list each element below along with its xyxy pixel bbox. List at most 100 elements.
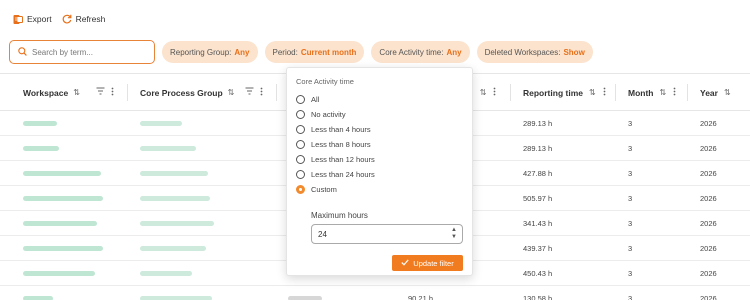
radio-button[interactable] — [296, 155, 305, 164]
more-vertical-icon[interactable] — [673, 87, 676, 98]
filter-label: Core Activity time: — [379, 47, 444, 57]
max-hours-input[interactable]: 24 ▲ ▼ — [311, 224, 463, 244]
filter-value: Show — [563, 47, 585, 57]
sort-icon[interactable]: ⇅ — [73, 88, 80, 97]
column-divider[interactable] — [687, 84, 688, 101]
filter-bar: Reporting Group:Any Period:Current month… — [9, 40, 593, 64]
column-divider[interactable] — [510, 84, 511, 101]
search-box — [9, 40, 155, 64]
update-filter-label: Update filter — [413, 258, 454, 268]
search-input[interactable] — [32, 47, 142, 57]
refresh-button[interactable]: Refresh — [62, 14, 106, 24]
filter-reporting-group[interactable]: Reporting Group: Any — [162, 41, 258, 63]
sort-icon[interactable]: ⇅ — [480, 88, 487, 97]
option-label: Less than 12 hours — [311, 155, 375, 164]
cell-month: 3 — [628, 119, 633, 128]
cell-month: 3 — [628, 219, 633, 228]
option-label: Less than 24 hours — [311, 170, 375, 179]
column-divider[interactable] — [127, 84, 128, 101]
redacted-text — [140, 121, 182, 126]
column-header-year[interactable]: Year ⇅ — [700, 74, 731, 111]
refresh-label: Refresh — [75, 14, 106, 24]
sort-icon[interactable]: ⇅ — [589, 88, 596, 97]
cell-month: 3 — [628, 294, 633, 300]
cell-year: 2026 — [700, 194, 717, 203]
filter-value: Any — [446, 47, 462, 57]
option-label: Less than 8 hours — [311, 140, 371, 149]
export-button[interactable]: Export — [13, 14, 52, 25]
table-row[interactable]: 90.21 h 130.58 h 3 2026 — [0, 286, 750, 300]
filter-icon[interactable] — [245, 87, 254, 98]
filter-value: Current month — [300, 47, 357, 57]
redacted-text — [23, 246, 103, 251]
option-label: All — [311, 95, 320, 104]
filter-value: Any — [234, 47, 250, 57]
column-tools — [245, 87, 263, 98]
radio-button[interactable] — [296, 110, 305, 119]
more-vertical-icon[interactable] — [603, 87, 606, 98]
radio-button-selected[interactable] — [296, 185, 305, 194]
cell-year: 2026 — [700, 144, 717, 153]
more-vertical-icon[interactable] — [260, 87, 263, 98]
redacted-text — [23, 196, 103, 201]
max-hours-label: Maximum hours — [311, 211, 368, 220]
radio-button[interactable] — [296, 95, 305, 104]
cell-reporting-time: 130.58 h — [523, 294, 553, 300]
column-label: Reporting time — [523, 87, 583, 98]
option-custom[interactable]: Custom — [296, 182, 463, 197]
cell-reporting-time: 439.37 h — [523, 244, 553, 253]
option-no-activity[interactable]: No activity — [296, 107, 463, 122]
redacted-text — [23, 221, 97, 226]
option-all[interactable]: All — [296, 92, 463, 107]
redacted-text — [23, 121, 57, 126]
radio-button[interactable] — [296, 170, 305, 179]
sort-icon[interactable]: ⇅ — [724, 88, 731, 97]
filter-core-activity-time[interactable]: Core Activity time: Any — [371, 41, 470, 63]
stepper-icon[interactable]: ▲ ▼ — [451, 227, 457, 241]
cell-reporting-time: 450.43 h — [523, 269, 553, 278]
filter-label: Reporting Group: — [170, 47, 232, 57]
cell-reporting-time: 341.43 h — [523, 219, 553, 228]
filter-period[interactable]: Period: Current month — [264, 41, 365, 63]
export-icon — [13, 14, 23, 25]
option-label: Less than 4 hours — [311, 125, 371, 134]
redacted-text — [140, 146, 196, 151]
cell-month: 3 — [628, 244, 633, 253]
radio-button[interactable] — [296, 140, 305, 149]
option-less-than-8-hours[interactable]: Less than 8 hours — [296, 137, 463, 152]
cell-reporting-time: 505.97 h — [523, 194, 553, 203]
option-label: Custom — [311, 185, 337, 194]
search-icon — [18, 46, 27, 58]
cell-year: 2026 — [700, 244, 717, 253]
column-header-month[interactable]: Month ⇅ — [628, 74, 676, 111]
column-label: Year — [700, 87, 718, 98]
filter-icon[interactable] — [96, 87, 105, 98]
cell-year: 2026 — [700, 219, 717, 228]
more-vertical-icon[interactable] — [111, 87, 114, 98]
update-filter-button[interactable]: Update filter — [392, 255, 463, 271]
radio-button[interactable] — [296, 125, 305, 134]
redacted-text — [140, 246, 206, 251]
option-less-than-4-hours[interactable]: Less than 4 hours — [296, 122, 463, 137]
cell-year: 2026 — [700, 169, 717, 178]
cell-year: 2026 — [700, 294, 717, 300]
column-divider[interactable] — [615, 84, 616, 101]
column-label: Workspace — [23, 87, 69, 98]
cell-reporting-time: 289.13 h — [523, 144, 553, 153]
cell-year: 2026 — [700, 119, 717, 128]
column-divider[interactable] — [276, 84, 277, 101]
option-less-than-24-hours[interactable]: Less than 24 hours — [296, 167, 463, 182]
more-vertical-icon[interactable] — [493, 87, 496, 98]
sort-icon[interactable]: ⇅ — [660, 88, 667, 97]
redacted-text — [23, 146, 59, 151]
core-activity-time-dropdown: Core Activity time All No activity Less … — [286, 67, 473, 276]
column-header-workspace[interactable]: Workspace ⇅ — [23, 74, 80, 111]
redacted-text — [23, 296, 53, 300]
option-less-than-12-hours[interactable]: Less than 12 hours — [296, 152, 463, 167]
column-header-reporting-time[interactable]: Reporting time ⇅ — [523, 74, 606, 111]
filter-deleted-workspaces[interactable]: Deleted Workspaces: Show — [476, 41, 593, 63]
column-header-core-process-group[interactable]: Core Process Group ⇅ — [140, 74, 234, 111]
redacted-text — [23, 271, 95, 276]
redacted-text — [288, 296, 322, 300]
sort-icon[interactable]: ⇅ — [228, 88, 235, 97]
